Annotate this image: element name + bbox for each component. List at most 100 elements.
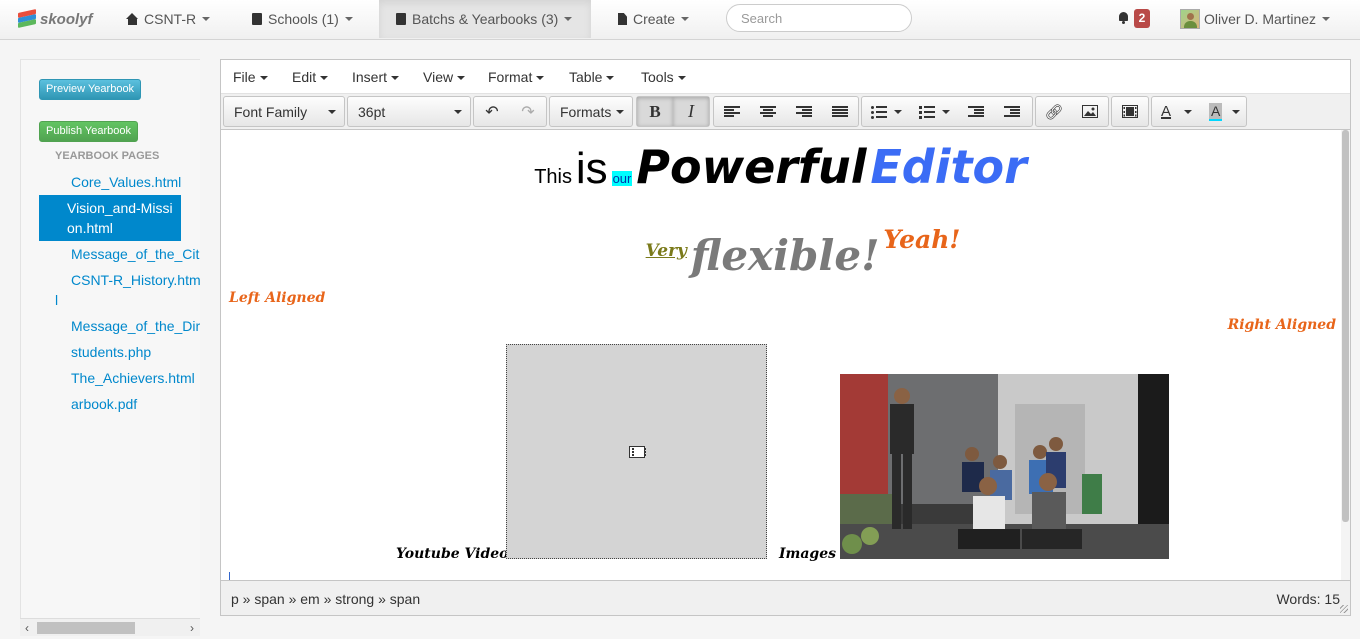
yearbook-pages-header: YEARBOOK PAGES: [55, 150, 160, 162]
alignment-group: [713, 96, 859, 127]
editor-vertical-scrollbar[interactable]: [1341, 130, 1350, 580]
font-family-group: Font Family: [223, 96, 345, 127]
menu-edit-label: Edit: [292, 69, 317, 85]
indent-button[interactable]: [994, 97, 1030, 126]
editor-content-area[interactable]: This is our Powerful Editor Very flexibl…: [221, 130, 1340, 580]
chevron-down-icon: [457, 76, 466, 81]
scrollbar-thumb[interactable]: [1342, 130, 1349, 522]
bold-button[interactable]: B: [637, 97, 673, 126]
text-very: Very: [645, 241, 687, 261]
editor-toolbar: Font Family 36pt ↶ ↷ Formats B I 🔗︎ A A: [221, 94, 1350, 130]
bell-icon[interactable]: [1118, 12, 1129, 24]
avatar: [1180, 9, 1200, 29]
align-center-button[interactable]: [750, 97, 786, 126]
formats-select[interactable]: Formats: [550, 97, 632, 126]
scroll-left-icon[interactable]: ‹: [25, 621, 29, 635]
italic-button[interactable]: I: [673, 97, 709, 126]
page-link-core-values[interactable]: Core_Values.html: [39, 172, 200, 192]
image-icon: [1082, 105, 1098, 118]
caption-images: Images: [779, 546, 837, 562]
caption-youtube-video: Youtube Video: [396, 546, 509, 562]
text-our-highlighted: our: [611, 171, 633, 186]
text-flexible: flexible!: [690, 231, 880, 280]
redo-button[interactable]: ↷: [510, 97, 546, 126]
text-yeah: Yeah!: [883, 225, 961, 254]
scroll-right-icon[interactable]: ›: [190, 621, 194, 635]
page-link-history[interactable]: CSNT-R_History.html: [55, 270, 200, 310]
menu-tools[interactable]: Tools: [641, 69, 686, 85]
chevron-down-icon: [259, 76, 268, 81]
background-color-icon: A: [1209, 102, 1223, 121]
menu-format[interactable]: Format: [488, 69, 545, 85]
chevron-down-icon: [454, 110, 462, 114]
text-editor: Editor: [870, 140, 1027, 194]
bullet-list-button[interactable]: [862, 97, 908, 126]
font-size-label: 36pt: [358, 103, 386, 120]
menu-edit[interactable]: Edit: [292, 69, 329, 85]
insert-image-button[interactable]: [1072, 97, 1108, 126]
notification-badge[interactable]: 2: [1134, 9, 1150, 28]
menu-view[interactable]: View: [423, 69, 466, 85]
text-color-icon: A: [1161, 103, 1172, 120]
align-right-button[interactable]: [786, 97, 822, 126]
page-link-achievers[interactable]: The_Achievers.html: [39, 368, 200, 388]
page-link-vision-mission[interactable]: Vision_and-Mission.html: [39, 195, 181, 241]
nav-school-label: CSNT-R: [144, 11, 197, 27]
chevron-down-icon: [606, 76, 615, 81]
insert-link-button[interactable]: 🔗︎: [1036, 97, 1072, 126]
text-is: is: [575, 144, 608, 193]
group-photo-image[interactable]: [840, 374, 1169, 559]
page-link-vision-mission-label: Vision_and-Mission.html: [67, 200, 173, 236]
numbered-list-button[interactable]: [910, 97, 956, 126]
user-menu[interactable]: Oliver D. Martinez: [1180, 0, 1331, 38]
background-color-button[interactable]: A: [1200, 97, 1246, 126]
page-link-yearbook-pdf[interactable]: arbook.pdf: [39, 394, 200, 414]
chevron-down-icon: [564, 17, 573, 21]
scrollbar-thumb[interactable]: [37, 622, 135, 634]
font-size-select[interactable]: 36pt: [348, 97, 470, 126]
publish-yearbook-button[interactable]: Publish Yearbook: [39, 121, 139, 142]
editor-menubar: File Edit Insert View Format Table Tools: [221, 60, 1350, 94]
rich-text-editor: File Edit Insert View Format Table Tools…: [220, 59, 1351, 616]
group-photo-illustration: [840, 374, 1169, 559]
menu-file[interactable]: File: [233, 69, 268, 85]
nav-schools[interactable]: Schools (1): [252, 0, 353, 38]
text-color-button[interactable]: A: [1152, 97, 1198, 126]
outdent-icon: [968, 105, 984, 118]
nav-create[interactable]: Create: [618, 0, 690, 38]
element-path[interactable]: p » span » em » strong » span: [231, 591, 420, 607]
undo-icon: ↶: [485, 102, 499, 121]
resize-grip-icon[interactable]: [1340, 605, 1348, 613]
list-group: [861, 96, 1033, 127]
menu-insert[interactable]: Insert: [352, 69, 400, 85]
align-justify-button[interactable]: [822, 97, 858, 126]
menu-table[interactable]: Table: [569, 69, 615, 85]
page-link-message-dir[interactable]: Message_of_the_Dir: [39, 316, 200, 336]
align-right-icon: [796, 105, 812, 118]
page-link-message-cit[interactable]: Message_of_the_Cit: [39, 244, 200, 264]
menu-format-label: Format: [488, 69, 533, 85]
nav-batchs-yearbooks[interactable]: Batchs & Yearbooks (3): [379, 0, 591, 38]
insert-media-button[interactable]: [1112, 97, 1148, 126]
chevron-down-icon: [328, 110, 336, 114]
nav-school[interactable]: CSNT-R: [126, 0, 211, 38]
books-logo-icon: [18, 9, 38, 28]
font-size-group: 36pt: [347, 96, 471, 127]
redo-icon: ↷: [521, 102, 535, 121]
page-link-students[interactable]: students.php: [39, 342, 200, 362]
embedded-video-placeholder[interactable]: [506, 344, 767, 559]
media-group: [1111, 96, 1149, 127]
numbered-list-icon: [919, 105, 935, 119]
font-family-select[interactable]: Font Family: [224, 97, 344, 126]
undo-button[interactable]: ↶: [474, 97, 510, 126]
search-input[interactable]: [726, 4, 912, 32]
preview-yearbook-button[interactable]: Preview Yearbook: [39, 79, 142, 100]
outdent-button[interactable]: [958, 97, 994, 126]
chevron-down-icon: [1184, 110, 1192, 114]
brand-name: skoolyf: [40, 10, 93, 28]
menu-insert-label: Insert: [352, 69, 388, 85]
align-left-button[interactable]: [714, 97, 750, 126]
menu-tools-label: Tools: [641, 69, 674, 85]
brand-logo[interactable]: skoolyf: [18, 9, 93, 29]
sidebar-horizontal-scrollbar[interactable]: ‹ ›: [20, 618, 200, 636]
